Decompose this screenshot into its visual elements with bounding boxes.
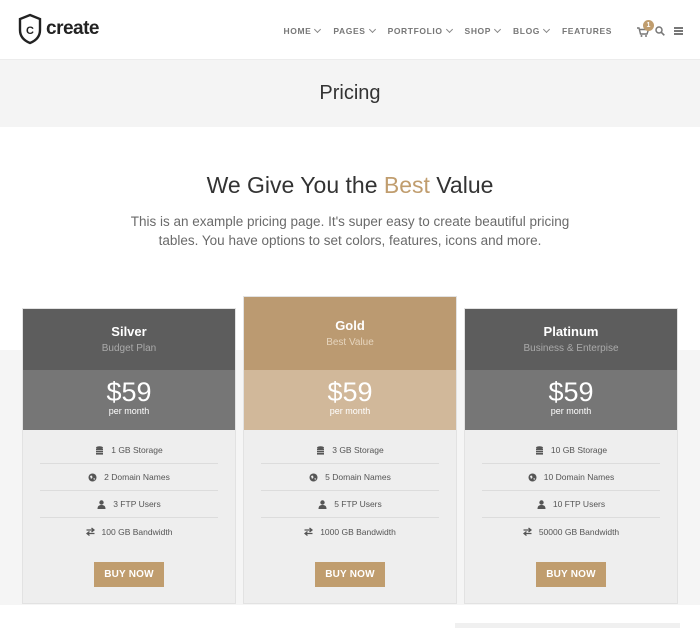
feature-item: 5 Domain Names	[261, 464, 439, 491]
nav-item-shop[interactable]: SHOP	[464, 25, 502, 36]
pricing-card-silver: Silver Budget Plan $59 per month 1 GB St…	[22, 308, 236, 604]
user-icon	[318, 499, 327, 509]
headline-after: Value	[429, 172, 494, 198]
plan-name: Gold	[335, 318, 365, 333]
card-header: Platinum Business & Enterpise	[465, 309, 677, 370]
pricing-card-platinum: Platinum Business & Enterpise $59 per mo…	[464, 308, 678, 604]
feature-label: 2 Domain Names	[104, 472, 170, 482]
nav-label: SHOP	[464, 26, 492, 36]
plan-subtitle: Best Value	[326, 337, 374, 348]
feature-item: 100 GB Bandwidth	[40, 518, 218, 545]
nav-item-home[interactable]: HOME	[283, 25, 322, 36]
plan-price: $59	[327, 377, 373, 407]
feature-label: 100 GB Bandwidth	[101, 526, 173, 537]
price-box: $59 per month	[465, 370, 677, 430]
chevron-down-icon	[542, 25, 551, 34]
exchange-icon	[522, 527, 532, 536]
user-icon	[97, 499, 106, 509]
cart-count-badge: 1	[643, 20, 654, 31]
nav-label: PORTFOLIO	[387, 26, 443, 36]
bottom-divider	[455, 623, 680, 628]
logo[interactable]: C create	[18, 13, 100, 45]
main-nav: HOME PAGES PORTFOLIO SHOP BLOG FEATURES	[271, 25, 612, 36]
buy-now-button[interactable]: BUY NOW	[315, 562, 385, 587]
globe-icon	[88, 473, 97, 481]
search-icon[interactable]	[655, 26, 665, 36]
exchange-icon	[304, 527, 314, 536]
feature-item: 50000 GB Bandwidth	[482, 518, 660, 545]
feature-item: 3 GB Storage	[261, 437, 439, 464]
nav-item-pages[interactable]: PAGES	[333, 25, 376, 36]
feature-list: 10 GB Storage 10 Domain Names 10 FTP Use…	[465, 430, 677, 545]
feature-item: 5 FTP Users	[261, 491, 439, 518]
database-icon	[317, 445, 325, 455]
database-icon	[535, 445, 543, 455]
plan-name: Platinum	[543, 324, 599, 339]
plan-price: $59	[548, 377, 594, 407]
feature-list: 3 GB Storage 5 Domain Names 5 FTP Users …	[244, 430, 456, 545]
chevron-down-icon	[494, 25, 502, 34]
nav-label: BLOG	[513, 26, 541, 36]
plan-period: per month	[108, 406, 150, 416]
feature-list: 1 GB Storage 2 Domain Names 3 FTP Users …	[23, 430, 235, 545]
feature-label: 1 GB Storage	[111, 445, 163, 455]
feature-label: 3 FTP Users	[113, 499, 161, 509]
plan-subtitle: Budget Plan	[101, 343, 157, 354]
menu-icon[interactable]	[674, 27, 683, 35]
site-header: C create HOME PAGES PORTFOLIO SHOP BLOG …	[0, 0, 700, 60]
database-icon	[96, 445, 104, 455]
globe-icon	[528, 473, 537, 481]
feature-label: 3 GB Storage	[332, 445, 384, 455]
feature-label: 5 Domain Names	[325, 472, 391, 482]
feature-label: 50000 GB Bandwidth	[538, 526, 620, 537]
price-box: $59 per month	[23, 370, 235, 430]
nav-item-features[interactable]: FEATURES	[562, 26, 612, 36]
pricing-card-gold: Gold Best Value $59 per month 3 GB Stora…	[243, 296, 457, 604]
logo-letter: C	[26, 25, 34, 37]
plan-subtitle: Business & Enterpise	[523, 343, 619, 354]
page-title-bar: Pricing	[0, 60, 700, 127]
feature-label: 10 GB Storage	[550, 445, 608, 455]
headline-accent: Best	[383, 172, 430, 198]
feature-item: 10 Domain Names	[482, 464, 660, 491]
chevron-down-icon	[314, 25, 322, 34]
globe-icon	[309, 473, 318, 481]
plan-name: Silver	[111, 324, 147, 339]
plan-period: per month	[329, 406, 371, 416]
feature-label: 10 FTP Users	[552, 499, 606, 509]
feature-label: 10 Domain Names	[543, 472, 615, 482]
feature-item: 10 GB Storage	[482, 437, 660, 464]
plan-price: $59	[106, 377, 152, 407]
section-headline: We Give You the Best Value	[0, 172, 700, 199]
intro-text: This is an example pricing page. It's su…	[130, 214, 570, 248]
feature-item: 2 Domain Names	[40, 464, 218, 491]
card-header: Silver Budget Plan	[23, 309, 235, 370]
buy-now-button[interactable]: BUY NOW	[536, 562, 606, 587]
feature-item: 10 FTP Users	[482, 491, 660, 518]
nav-label: HOME	[283, 26, 312, 36]
nav-item-portfolio[interactable]: PORTFOLIO	[387, 25, 453, 36]
feature-item: 1000 GB Bandwidth	[261, 518, 439, 545]
plan-period: per month	[550, 406, 592, 416]
nav-label: PAGES	[333, 26, 366, 36]
nav-label: FEATURES	[562, 26, 612, 36]
brand-name: create	[46, 18, 100, 39]
page-title: Pricing	[319, 82, 381, 104]
user-icon	[537, 499, 546, 509]
feature-item: 1 GB Storage	[40, 437, 218, 464]
feature-item: 3 FTP Users	[40, 491, 218, 518]
chevron-down-icon	[445, 25, 453, 34]
card-header: Gold Best Value	[244, 297, 456, 370]
nav-item-blog[interactable]: BLOG	[513, 25, 551, 36]
exchange-icon	[85, 527, 95, 536]
price-box: $59 per month	[244, 370, 456, 430]
feature-label: 5 FTP Users	[334, 499, 382, 509]
shield-logo-icon: C	[18, 13, 42, 45]
buy-now-button[interactable]: BUY NOW	[94, 562, 164, 587]
feature-label: 1000 GB Bandwidth	[320, 526, 396, 537]
headline-before: We Give You the	[206, 172, 384, 198]
chevron-down-icon	[368, 25, 376, 34]
